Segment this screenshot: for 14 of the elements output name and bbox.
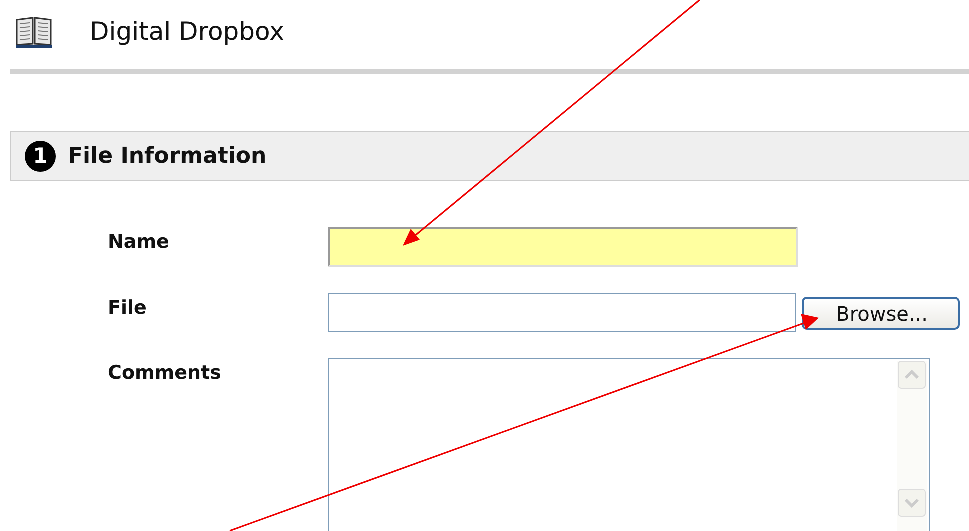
field-label: Name [108, 230, 170, 253]
name-field[interactable] [328, 227, 798, 267]
scroll-down-icon[interactable] [898, 489, 926, 517]
browse-button[interactable]: Browse... [802, 297, 960, 330]
step-number: 1 [25, 140, 56, 172]
page-title: Digital Dropbox [90, 16, 284, 46]
scroll-up-icon[interactable] [898, 361, 926, 389]
field-label: Comments [108, 361, 222, 384]
section-title: File Information [68, 144, 267, 168]
field-label: File [108, 296, 148, 319]
scrollbar[interactable] [897, 361, 927, 531]
book-icon [15, 14, 53, 48]
comments-field[interactable] [328, 358, 930, 531]
file-field[interactable] [328, 293, 796, 332]
